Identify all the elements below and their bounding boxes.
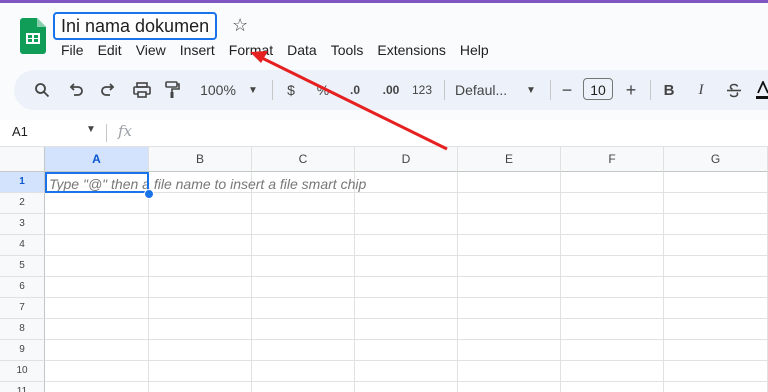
name-box-dropdown-arrow-icon[interactable]: ▼ bbox=[86, 124, 96, 135]
row-header-10[interactable]: 10 bbox=[0, 361, 45, 382]
text-color-icon[interactable] bbox=[756, 70, 768, 110]
toolbar-divider bbox=[550, 80, 551, 100]
sheets-logo-icon[interactable] bbox=[20, 18, 46, 54]
print-icon[interactable] bbox=[131, 70, 153, 110]
column-header-f[interactable]: F bbox=[561, 147, 664, 172]
increase-font-size-button[interactable]: + bbox=[622, 70, 640, 110]
star-icon[interactable]: ☆ bbox=[232, 14, 248, 36]
row-header-7[interactable]: 7 bbox=[0, 298, 45, 319]
grid-line bbox=[45, 360, 768, 361]
row-header-3[interactable]: 3 bbox=[0, 214, 45, 235]
menu-help[interactable]: Help bbox=[453, 40, 496, 60]
number-format-button[interactable]: 123 bbox=[409, 70, 435, 110]
currency-format-button[interactable]: $ bbox=[283, 70, 299, 110]
column-header-d[interactable]: D bbox=[355, 147, 458, 172]
name-box[interactable]: A1 bbox=[12, 124, 28, 139]
grid-line bbox=[45, 255, 768, 256]
menu-data[interactable]: Data bbox=[280, 40, 324, 60]
row-header-1[interactable]: 1 bbox=[0, 172, 45, 193]
column-header-g[interactable]: G bbox=[664, 147, 768, 172]
column-header-c[interactable]: C bbox=[252, 147, 355, 172]
zoom-select[interactable]: 100% bbox=[194, 70, 242, 110]
row-header-11[interactable]: 11 bbox=[0, 382, 45, 392]
grid-line bbox=[45, 297, 768, 298]
spreadsheet-grid[interactable]: A B C D E F G 1 2 3 4 5 6 7 8 9 10 11 Ty… bbox=[0, 147, 768, 392]
menu-extensions[interactable]: Extensions bbox=[370, 40, 452, 60]
grid-line bbox=[45, 276, 768, 277]
fx-icon: fx bbox=[118, 122, 133, 140]
grid-line bbox=[45, 381, 768, 382]
menu-insert[interactable]: Insert bbox=[173, 40, 222, 60]
grid-line bbox=[560, 172, 561, 392]
menu-tools[interactable]: Tools bbox=[324, 40, 371, 60]
decrease-font-size-button[interactable]: − bbox=[558, 70, 576, 110]
row-header-4[interactable]: 4 bbox=[0, 235, 45, 256]
zoom-dropdown-arrow-icon[interactable]: ▼ bbox=[246, 70, 260, 110]
toolbar-divider bbox=[444, 80, 445, 100]
document-title-input[interactable]: Ini nama dokumen bbox=[53, 12, 218, 40]
column-header-a[interactable]: A bbox=[45, 147, 149, 172]
decrease-decimal-button[interactable]: .0 bbox=[344, 70, 366, 110]
strikethrough-icon[interactable] bbox=[724, 70, 744, 110]
menu-edit[interactable]: Edit bbox=[91, 40, 129, 60]
menu-bar: File Edit View Insert Format Data Tools … bbox=[54, 40, 496, 60]
row-header-8[interactable]: 8 bbox=[0, 319, 45, 340]
undo-icon[interactable] bbox=[66, 70, 86, 110]
italic-button[interactable]: I bbox=[692, 70, 710, 110]
increase-decimal-button[interactable]: .00 bbox=[378, 70, 404, 110]
select-all-corner[interactable] bbox=[0, 147, 45, 172]
grid-line bbox=[45, 318, 768, 319]
grid-line bbox=[251, 172, 252, 392]
formula-bar-divider bbox=[106, 124, 107, 142]
search-icon[interactable] bbox=[32, 70, 52, 110]
grid-line bbox=[663, 172, 664, 392]
row-header-2[interactable]: 2 bbox=[0, 193, 45, 214]
menu-format[interactable]: Format bbox=[222, 40, 280, 60]
font-size-input[interactable]: 10 bbox=[583, 78, 613, 100]
percent-format-button[interactable]: % bbox=[315, 70, 331, 110]
active-cell-a1[interactable] bbox=[45, 172, 149, 193]
toolbar-divider bbox=[272, 80, 273, 100]
paint-format-icon[interactable] bbox=[162, 70, 182, 110]
grid-line bbox=[148, 172, 149, 392]
row-header-5[interactable]: 5 bbox=[0, 256, 45, 277]
bold-button[interactable]: B bbox=[660, 70, 678, 110]
grid-line bbox=[45, 213, 768, 214]
font-family-select[interactable]: Defaul... bbox=[455, 70, 517, 110]
grid-line bbox=[45, 234, 768, 235]
window-top-border bbox=[0, 0, 768, 3]
font-dropdown-arrow-icon[interactable]: ▼ bbox=[524, 70, 538, 110]
grid-line bbox=[45, 339, 768, 340]
formula-bar: A1 ▼ fx bbox=[0, 120, 768, 147]
grid-line bbox=[354, 172, 355, 392]
menu-file[interactable]: File bbox=[54, 40, 91, 60]
menu-view[interactable]: View bbox=[129, 40, 173, 60]
fill-handle[interactable] bbox=[144, 189, 154, 199]
column-header-e[interactable]: E bbox=[458, 147, 561, 172]
column-header-b[interactable]: B bbox=[149, 147, 252, 172]
row-header-6[interactable]: 6 bbox=[0, 277, 45, 298]
row-header-9[interactable]: 9 bbox=[0, 340, 45, 361]
toolbar-divider bbox=[650, 80, 651, 100]
grid-line bbox=[457, 172, 458, 392]
redo-icon[interactable] bbox=[98, 70, 118, 110]
